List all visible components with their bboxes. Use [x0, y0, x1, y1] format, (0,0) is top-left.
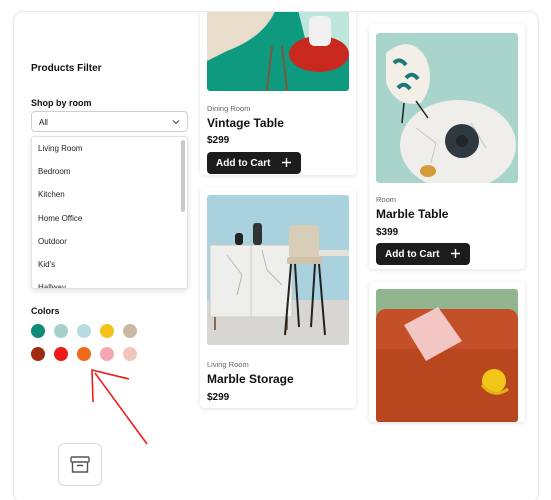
annotation-arrow: [91, 368, 148, 445]
